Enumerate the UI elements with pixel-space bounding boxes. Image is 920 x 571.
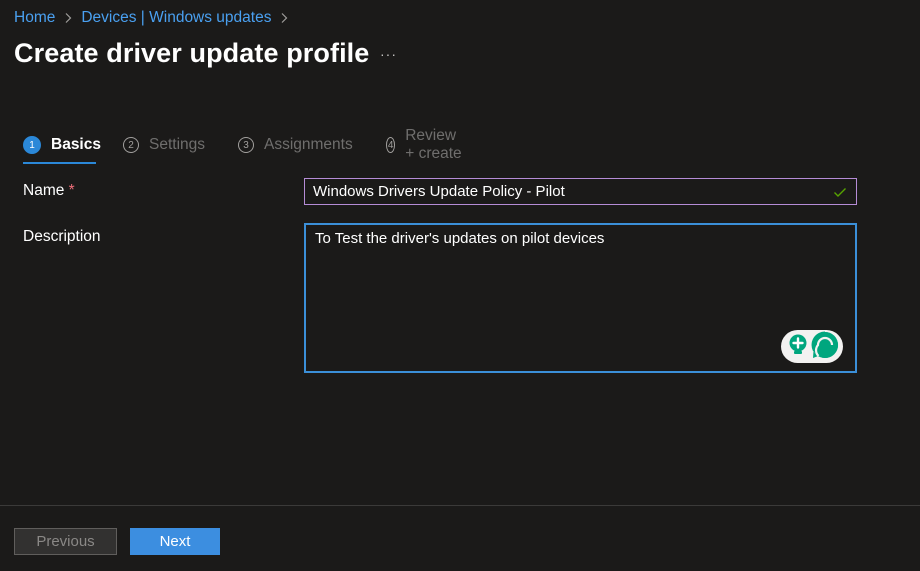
breadcrumb: Home Devices | Windows updates (14, 9, 297, 27)
breadcrumb-home-link[interactable]: Home (14, 9, 55, 27)
tab-assignments[interactable]: 3 Assignments (238, 134, 353, 156)
name-label-text: Name (23, 182, 65, 199)
tab-basics[interactable]: 1 Basics (23, 134, 101, 156)
more-options-button[interactable]: ··· (380, 46, 397, 62)
footer-divider (0, 505, 920, 506)
description-field-label: Description (23, 228, 101, 245)
step-number-badge: 1 (23, 136, 41, 154)
active-step-indicator (23, 162, 96, 164)
writing-assist-widget[interactable] (781, 330, 843, 363)
required-marker: * (68, 182, 75, 199)
step-number-badge: 2 (123, 137, 139, 153)
chevron-right-icon (280, 12, 288, 24)
name-field-label: Name * (23, 182, 75, 200)
chat-bubble-icon[interactable] (810, 330, 840, 364)
next-button[interactable]: Next (130, 528, 220, 555)
chevron-right-icon (64, 12, 72, 24)
step-label: Basics (51, 136, 101, 153)
lightbulb-icon[interactable] (787, 333, 809, 361)
breadcrumb-windows-updates-link[interactable]: Devices | Windows updates (81, 9, 271, 27)
tab-review-create[interactable]: 4 Review + create (386, 127, 463, 162)
page-title: Create driver update profile (14, 38, 370, 68)
description-input-value: To Test the driver's updates on pilot de… (315, 230, 605, 247)
name-input-value: Windows Drivers Update Policy - Pilot (313, 183, 565, 200)
step-number-badge: 3 (238, 137, 254, 153)
step-label: Settings (149, 136, 206, 153)
tab-settings[interactable]: 2 Settings (123, 134, 205, 156)
name-input[interactable]: Windows Drivers Update Policy - Pilot (304, 178, 857, 205)
create-driver-update-profile-page: Home Devices | Windows updates Create dr… (0, 0, 920, 571)
step-number-badge: 4 (386, 137, 396, 153)
description-textarea[interactable]: To Test the driver's updates on pilot de… (304, 223, 857, 373)
step-label: Assignments (264, 136, 353, 153)
previous-button[interactable]: Previous (14, 528, 117, 555)
checkmark-icon (832, 184, 848, 200)
step-label: Review + create (405, 127, 462, 162)
